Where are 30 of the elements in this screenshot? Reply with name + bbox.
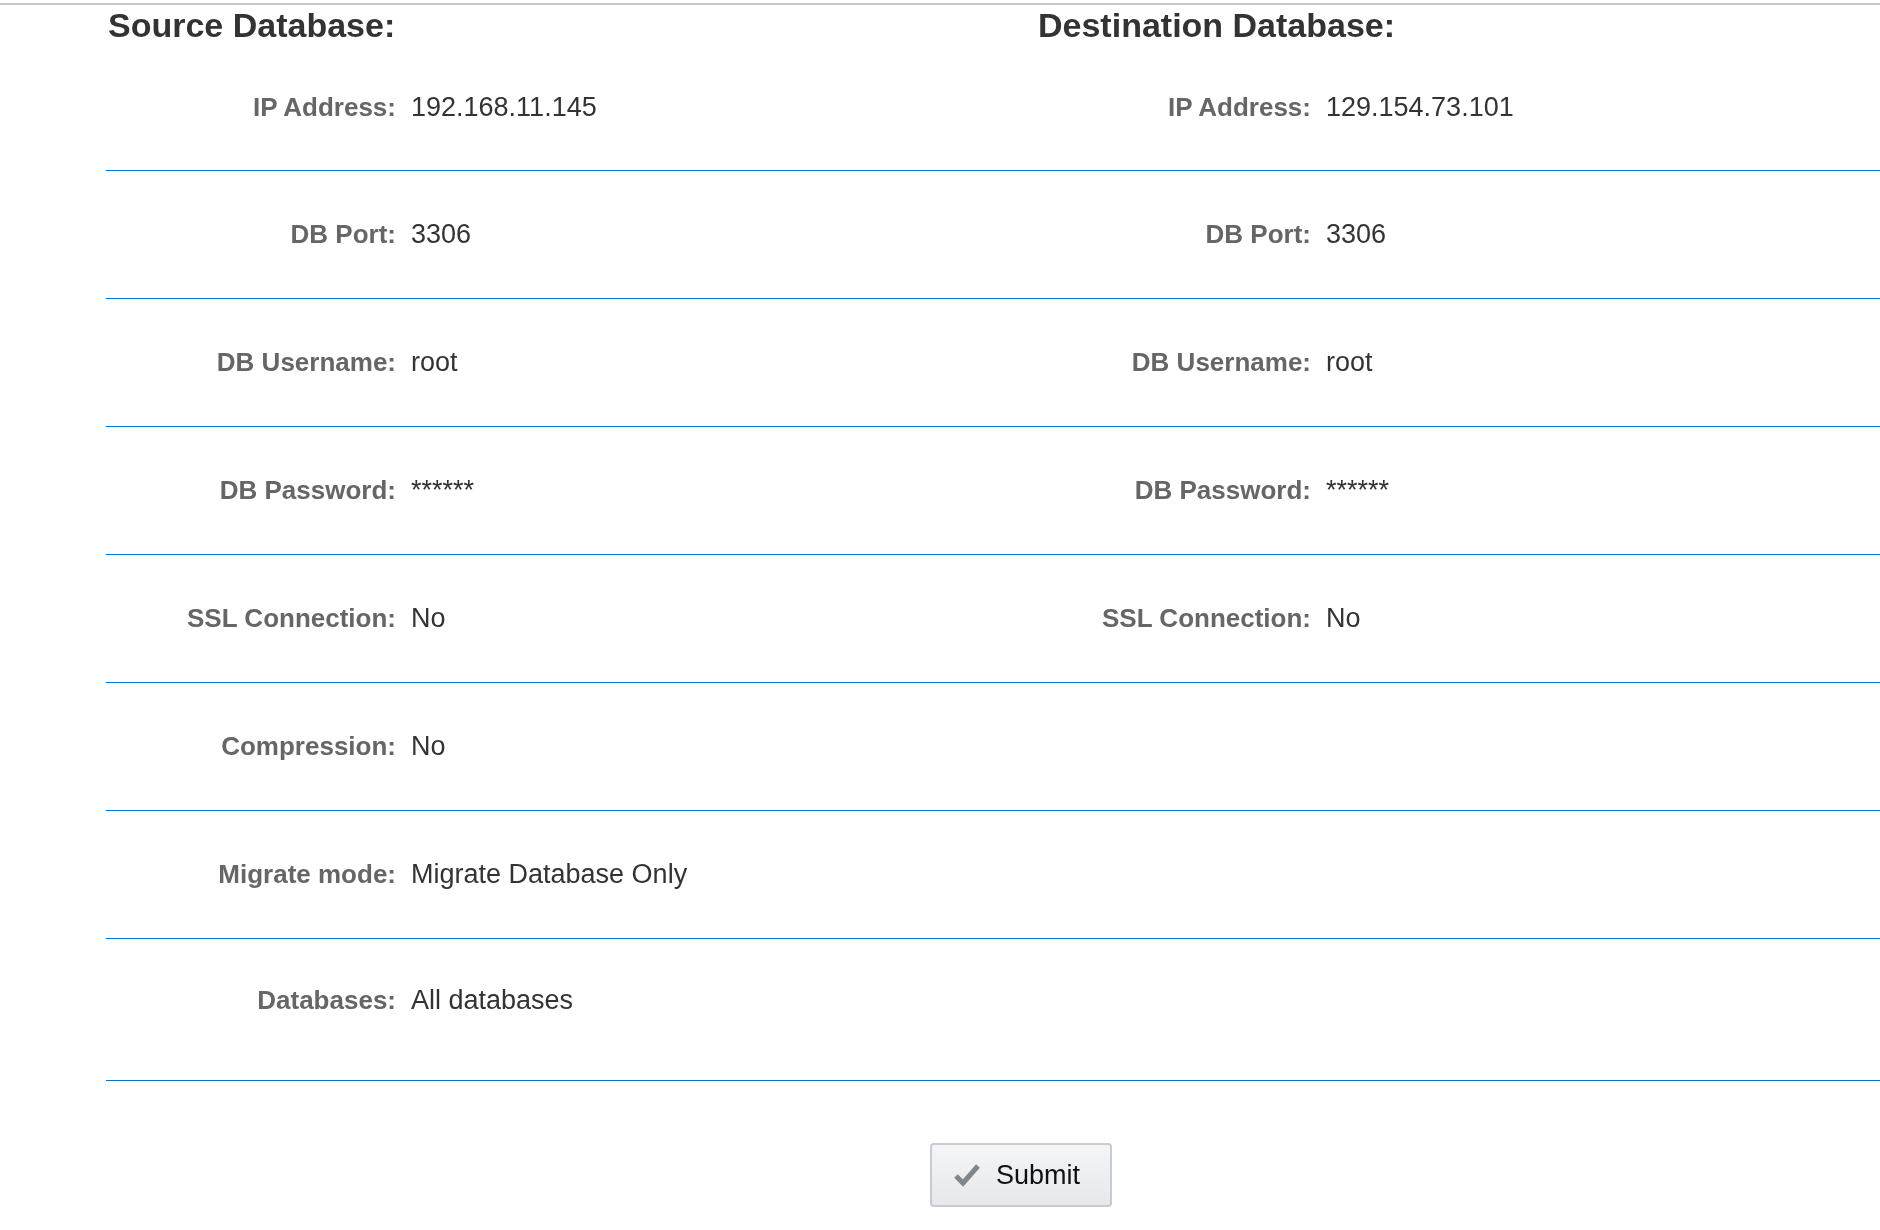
field-value: root xyxy=(410,347,459,378)
checkmark-icon xyxy=(954,1163,980,1187)
field-value: No xyxy=(410,603,447,634)
field-label: SSL Connection: xyxy=(1101,603,1311,634)
submit-button[interactable]: Submit xyxy=(930,1143,1112,1207)
field-value: 192.168.11.145 xyxy=(410,92,598,123)
field-label: IP Address: xyxy=(251,92,396,123)
field-value: No xyxy=(1325,603,1362,634)
field-value: ****** xyxy=(410,475,476,506)
field-label: Databases: xyxy=(256,985,396,1016)
field-label: IP Address: xyxy=(1166,92,1311,123)
section-heading: Source Database: xyxy=(107,5,397,45)
field-label: SSL Connection: xyxy=(186,603,396,634)
field-label: DB Password: xyxy=(218,475,396,506)
field-value: 3306 xyxy=(1325,219,1388,250)
field-value: root xyxy=(1325,347,1374,378)
field-label: DB Password: xyxy=(1133,475,1311,506)
field-label: DB Username: xyxy=(1130,347,1311,378)
field-value: 3306 xyxy=(410,219,473,250)
field-label: Migrate mode: xyxy=(217,859,396,890)
field-value: Migrate Database Only xyxy=(410,859,689,890)
field-value: No xyxy=(410,731,447,762)
field-label: DB Username: xyxy=(215,347,396,378)
section-heading: Destination Database: xyxy=(1037,5,1397,45)
field-value: ****** xyxy=(1325,475,1391,506)
field-label: DB Port: xyxy=(1204,219,1311,250)
field-value: 129.154.73.101 xyxy=(1325,92,1515,123)
field-label: Compression: xyxy=(220,731,396,762)
field-label: DB Port: xyxy=(289,219,396,250)
field-value: All databases xyxy=(410,985,575,1016)
